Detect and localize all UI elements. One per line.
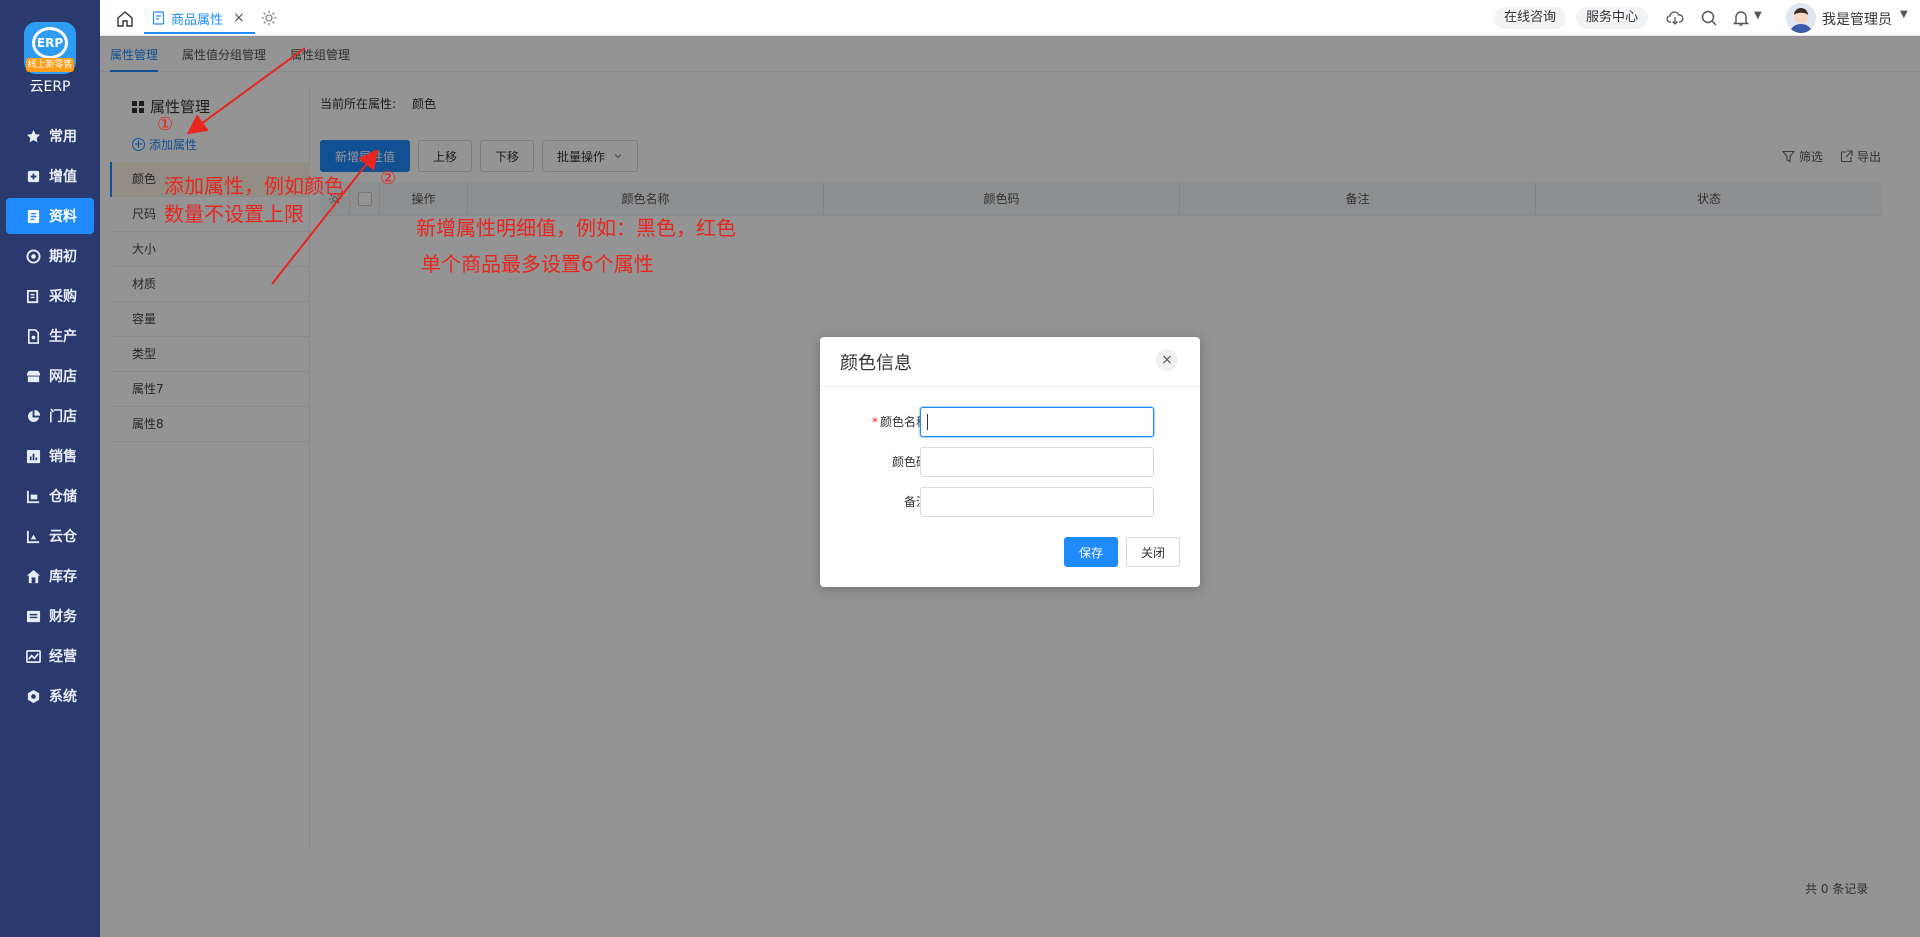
dialog-divider: [820, 386, 1200, 387]
dialog-close-icon[interactable]: ×: [1156, 349, 1178, 371]
home-icon[interactable]: [116, 10, 134, 28]
bar-chart-icon: [26, 449, 41, 464]
purchase-icon: [26, 289, 41, 304]
operation-icon: [26, 649, 41, 664]
nav-label: 仓储: [49, 489, 77, 505]
bell-icon[interactable]: [1732, 9, 1750, 27]
home-icon: [26, 569, 41, 584]
avatar-icon: [1786, 3, 1816, 33]
color-info-dialog: 颜色信息 × * 颜色名称: 颜色码: 备注: 保存 关闭: [820, 337, 1200, 587]
nav-label: 系统: [49, 689, 77, 705]
logo-mark: ERP: [32, 27, 68, 59]
color-name-input[interactable]: [920, 407, 1154, 437]
nav-label: 经营: [49, 649, 77, 665]
nav-label: 门店: [49, 409, 77, 425]
logo-text: 云ERP: [29, 79, 71, 95]
required-mark: *: [871, 415, 878, 429]
star-icon: [26, 129, 41, 144]
color-code-label: 颜色码:: [891, 455, 932, 469]
cloud-download-icon[interactable]: [1666, 9, 1684, 27]
nav-item-value-added[interactable]: 增值: [6, 158, 94, 194]
nav-label: 生产: [49, 329, 77, 345]
nav-label: 常用: [49, 129, 77, 145]
nav-label: 增值: [49, 169, 77, 185]
color-name-label: * 颜色名称:: [840, 413, 932, 430]
pie-chart-icon: [26, 409, 41, 424]
dialog-title: 颜色信息: [840, 353, 912, 374]
color-code-input[interactable]: [920, 447, 1154, 477]
finance-icon: [26, 609, 41, 624]
annotation-number-1: ①: [157, 114, 174, 135]
username[interactable]: 我是管理员: [1822, 9, 1892, 29]
nav-item-data[interactable]: 资料: [6, 198, 94, 234]
close-button[interactable]: 关闭: [1126, 537, 1180, 567]
nav-label: 期初: [49, 249, 77, 265]
remarks-label: 备注:: [903, 495, 932, 509]
tab-close-icon[interactable]: ×: [233, 10, 245, 26]
top-bar: 商品属性 × 在线咨询 服务中心 ▼ 我是管理员 ▼: [100, 0, 1920, 36]
annotation-note-1-line-1: 添加属性，例如颜色: [164, 174, 344, 198]
service-center-button[interactable]: 服务中心: [1576, 7, 1649, 29]
nav-item-purchase[interactable]: 采购: [6, 278, 94, 314]
nav-label: 云仓: [49, 529, 77, 545]
nav-label: 资料: [49, 209, 77, 225]
tab-product-attributes[interactable]: 商品属性 ×: [144, 4, 255, 34]
nav-item-finance[interactable]: 财务: [6, 598, 94, 634]
document-edit-icon: [152, 11, 165, 25]
plus-square-icon: [26, 169, 41, 184]
annotation-note-2-line-1: 新增属性明细值，例如：黑色，红色: [416, 216, 736, 240]
nav-item-sales[interactable]: 销售: [6, 438, 94, 474]
nav-label: 财务: [49, 609, 77, 625]
save-button[interactable]: 保存: [1064, 537, 1118, 567]
nav-label: 库存: [49, 569, 77, 585]
nav-item-opening[interactable]: 期初: [6, 238, 94, 274]
nav-item-system[interactable]: 系统: [6, 678, 94, 714]
logo-ribbon: 线上新零售: [26, 58, 74, 72]
warehouse-icon: [26, 489, 41, 504]
nav-item-operations[interactable]: 经营: [6, 638, 94, 674]
nav-item-store[interactable]: 门店: [6, 398, 94, 434]
search-icon[interactable]: [1700, 9, 1718, 27]
settings-icon: [26, 689, 41, 704]
bell-caret-icon[interactable]: ▼: [1754, 10, 1762, 21]
nav-label: 网店: [49, 369, 77, 385]
nav-item-inventory[interactable]: 库存: [6, 558, 94, 594]
nav-item-cloud-warehouse[interactable]: 云仓: [6, 518, 94, 554]
app-logo[interactable]: ERP 线上新零售: [24, 22, 76, 74]
avatar[interactable]: [1786, 3, 1816, 33]
target-icon: [26, 248, 41, 264]
document-icon: [26, 209, 41, 224]
nav-item-online-shop[interactable]: 网店: [6, 358, 94, 394]
nav-item-production[interactable]: 生产: [6, 318, 94, 354]
remarks-input[interactable]: [920, 487, 1154, 517]
tab-label: 商品属性: [171, 12, 224, 28]
annotation-note-2-line-2: 单个商品最多设置6个属性: [421, 252, 654, 276]
annotation-note-1-line-2: 数量不设置上限: [164, 202, 304, 226]
cloud-warehouse-icon: [26, 529, 41, 544]
nav-label: 销售: [49, 449, 77, 465]
sidebar: ERP 线上新零售 云ERP 常用 增值 资料 期初 采购 生产 网店 门店 销…: [0, 0, 100, 937]
text-cursor: [927, 414, 928, 430]
nav-label: 采购: [49, 289, 77, 305]
nav-item-warehousing[interactable]: 仓储: [6, 478, 94, 514]
user-caret-icon[interactable]: ▼: [1900, 9, 1908, 20]
production-icon: [26, 328, 41, 344]
shop-icon: [26, 369, 41, 384]
online-consult-button[interactable]: 在线咨询: [1494, 7, 1567, 29]
nav-item-common[interactable]: 常用: [6, 118, 94, 154]
main-nav: 常用 增值 资料 期初 采购 生产 网店 门店 销售 仓储 云仓 库存 财务 经…: [0, 114, 100, 718]
gear-icon[interactable]: [260, 9, 278, 27]
annotation-number-2: ②: [380, 168, 397, 189]
